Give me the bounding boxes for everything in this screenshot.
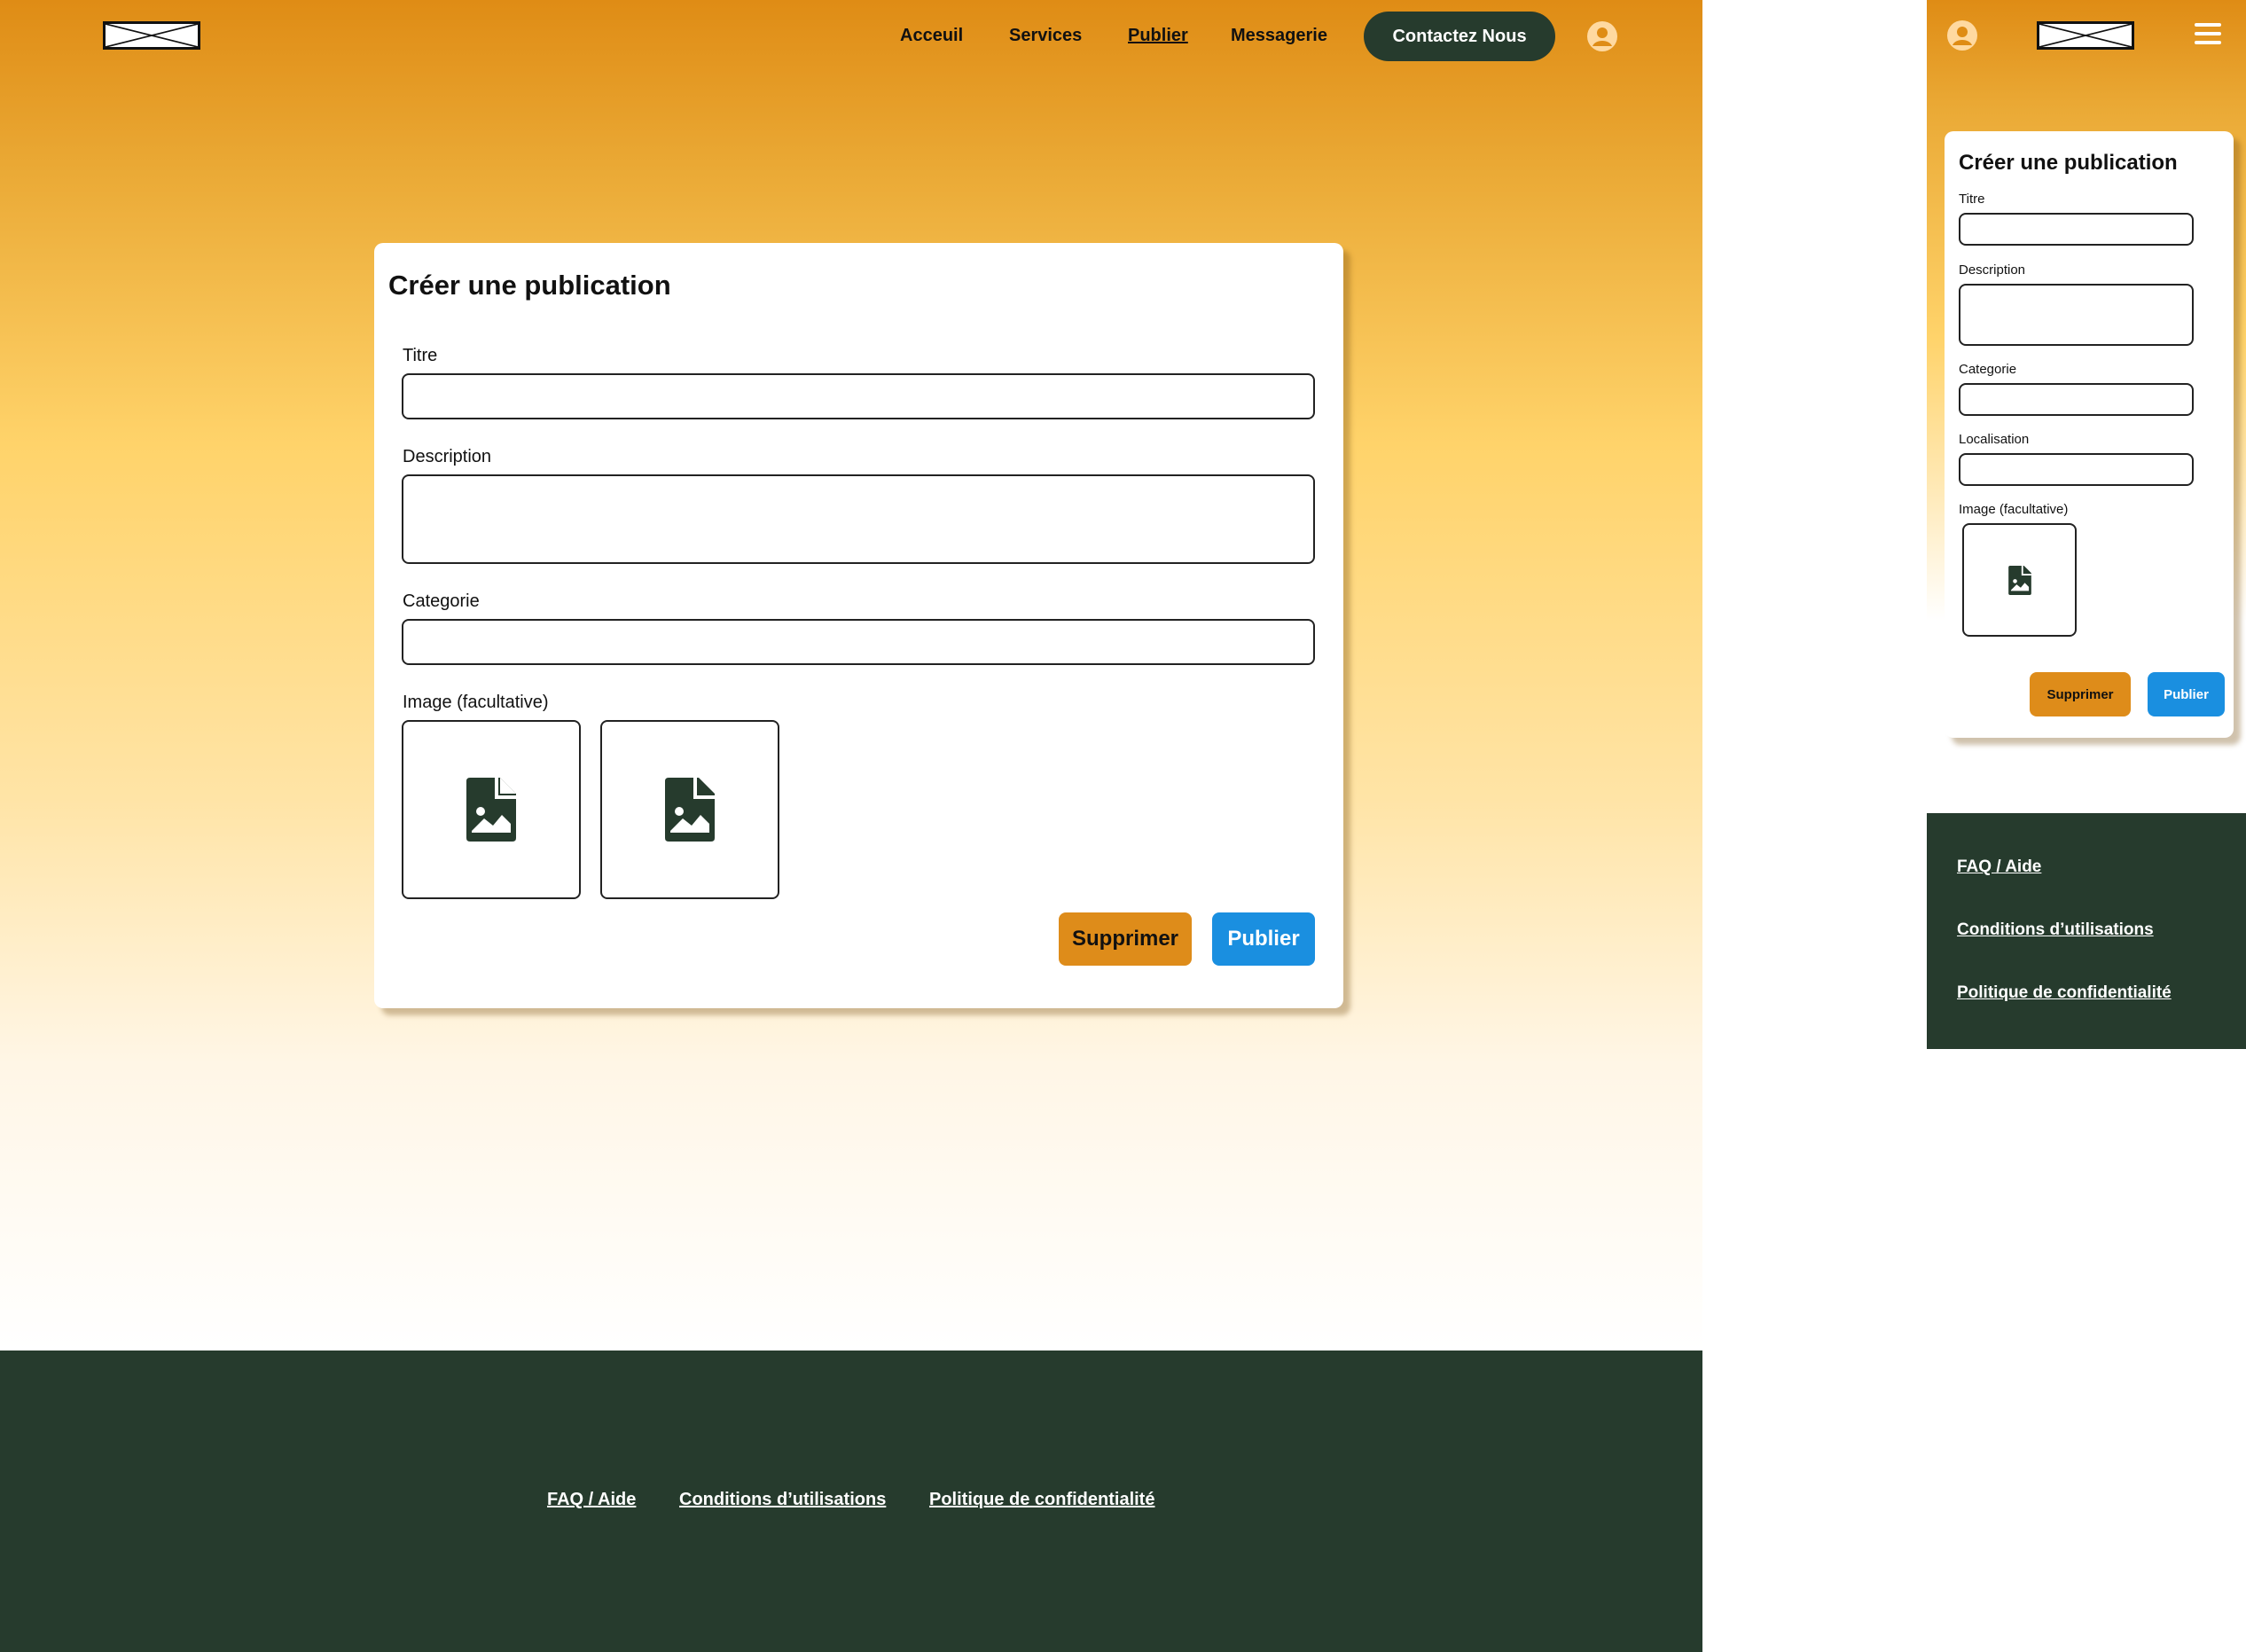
- image-upload-slot[interactable]: [600, 720, 779, 899]
- publish-button[interactable]: Publier: [2148, 672, 2225, 716]
- delete-button[interactable]: Supprimer: [1059, 912, 1192, 966]
- desktop-frame: Acceuil Services Publier Messagerie Cont…: [0, 0, 1702, 1351]
- user-account-icon[interactable]: [1946, 20, 1978, 51]
- description-textarea[interactable]: [1959, 284, 2194, 346]
- localisation-input[interactable]: [1959, 453, 2194, 486]
- image-label: Image (facultative): [1959, 502, 2069, 517]
- image-label: Image (facultative): [403, 693, 549, 712]
- nav-item-publier[interactable]: Publier: [1128, 16, 1188, 55]
- description-textarea[interactable]: [402, 474, 1315, 564]
- nav-item-messagerie[interactable]: Messagerie: [1231, 16, 1327, 55]
- image-file-icon: [2007, 565, 2031, 595]
- page-title: Créer une publication: [388, 270, 671, 301]
- delete-button[interactable]: Supprimer: [2030, 672, 2131, 716]
- nav-item-services[interactable]: Services: [1009, 16, 1082, 55]
- image-file-icon: [466, 778, 516, 842]
- logo-placeholder-icon[interactable]: [2037, 21, 2134, 50]
- categorie-input[interactable]: [1959, 383, 2194, 416]
- titre-input[interactable]: [1959, 213, 2194, 246]
- description-label: Description: [403, 447, 492, 466]
- hamburger-menu-icon[interactable]: [2195, 23, 2221, 50]
- categorie-label: Categorie: [403, 591, 480, 611]
- page-title: Créer une publication: [1959, 151, 2178, 175]
- titre-label: Titre: [403, 346, 438, 365]
- footer-link-terms[interactable]: Conditions d’utilisations: [1957, 920, 2154, 940]
- image-file-icon: [665, 778, 715, 842]
- create-publication-card: Créer une publication Titre Description …: [1945, 131, 2234, 738]
- footer-link-faq[interactable]: FAQ / Aide: [1957, 857, 2041, 877]
- user-account-icon[interactable]: [1586, 20, 1618, 52]
- publish-button[interactable]: Publier: [1212, 912, 1315, 966]
- contact-button[interactable]: Contactez Nous: [1364, 12, 1555, 61]
- mobile-frame: Créer une publication Titre Description …: [1927, 0, 2246, 813]
- titre-label: Titre: [1959, 192, 1985, 207]
- categorie-label: Categorie: [1959, 362, 2017, 377]
- image-upload-slot[interactable]: [1962, 523, 2077, 637]
- footer-link-terms[interactable]: Conditions d’utilisations: [679, 1490, 886, 1510]
- desktop-footer: FAQ / Aide Conditions d’utilisations Pol…: [0, 1351, 1702, 1652]
- titre-input[interactable]: [402, 373, 1315, 419]
- logo-placeholder-icon[interactable]: [103, 21, 200, 50]
- nav-item-acceuil[interactable]: Acceuil: [900, 16, 963, 55]
- categorie-input[interactable]: [402, 619, 1315, 665]
- create-publication-card: Créer une publication Titre Description …: [374, 243, 1343, 1008]
- footer-link-privacy[interactable]: Politique de confidentialité: [1957, 983, 2172, 1003]
- localisation-label: Localisation: [1959, 432, 2030, 447]
- image-upload-slot[interactable]: [402, 720, 581, 899]
- footer-link-privacy[interactable]: Politique de confidentialité: [929, 1490, 1154, 1510]
- description-label: Description: [1959, 262, 2026, 278]
- mobile-footer: FAQ / Aide Conditions d’utilisations Pol…: [1927, 813, 2246, 1049]
- footer-link-faq[interactable]: FAQ / Aide: [547, 1490, 636, 1510]
